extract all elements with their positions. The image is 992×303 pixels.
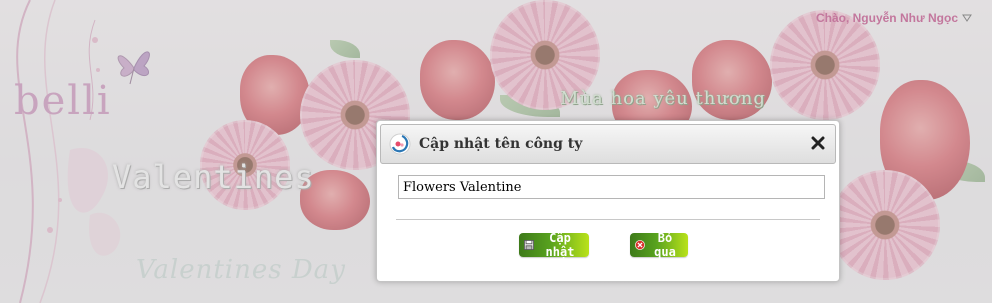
update-company-dialog: Cập nhật tên công ty Cập nhật Bỏ qua: [376, 120, 840, 282]
close-icon[interactable]: [811, 136, 825, 150]
banner-caption: Valentines Day: [136, 255, 346, 285]
banner-headline: Valentines: [112, 158, 315, 196]
user-menu[interactable]: Chào, Nguyễn Như Ngọc: [816, 11, 972, 25]
cancel-button-label: Bỏ qua: [654, 231, 676, 259]
cancel-button[interactable]: Bỏ qua: [630, 231, 688, 259]
dialog-divider: [396, 219, 820, 220]
update-button[interactable]: Cập nhật: [519, 231, 589, 259]
save-icon: [524, 240, 534, 250]
banner-slogan: Mùa hoa yêu thương: [560, 88, 766, 109]
user-greeting: Chào, Nguyễn Như Ngọc: [815, 11, 958, 25]
update-button-label: Cập nhật: [545, 231, 575, 259]
company-name-input[interactable]: [398, 175, 825, 199]
butterfly-icon: [117, 51, 150, 85]
brand-logo: belli: [14, 78, 112, 124]
app-logo-icon: [389, 133, 411, 155]
dialog-title: Cập nhật tên công ty: [419, 136, 583, 152]
cancel-icon: [635, 240, 645, 250]
dialog-header: Cập nhật tên công ty: [380, 124, 836, 164]
triangle-down-icon: [962, 14, 972, 22]
